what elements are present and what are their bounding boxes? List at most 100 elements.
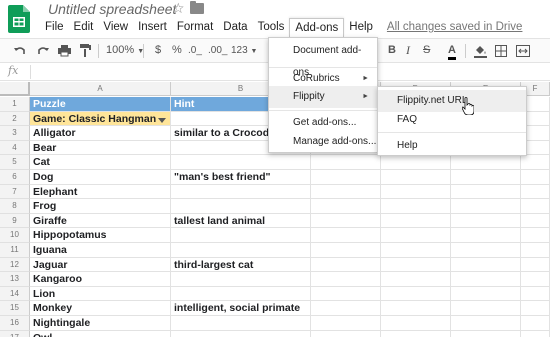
row-number[interactable]: 15: [0, 301, 30, 316]
empty-cell[interactable]: [451, 155, 521, 170]
row-number[interactable]: 11: [0, 243, 30, 258]
cell-b[interactable]: intelligent, social primate: [171, 301, 311, 316]
empty-cell[interactable]: [521, 170, 550, 185]
cell-a[interactable]: Elephant: [30, 184, 171, 200]
empty-cell[interactable]: [311, 316, 381, 331]
empty-cell[interactable]: [521, 155, 550, 170]
cell-a[interactable]: Jaguar: [30, 257, 171, 273]
empty-cell[interactable]: [381, 228, 451, 243]
empty-cell[interactable]: [381, 301, 451, 316]
empty-cell[interactable]: [311, 257, 381, 273]
percent-button[interactable]: %: [172, 39, 182, 63]
text-color-button[interactable]: A: [448, 41, 456, 60]
empty-cell[interactable]: [381, 155, 451, 170]
cell-b[interactable]: [171, 228, 311, 243]
decrease-decimal-button[interactable]: .0_: [188, 39, 202, 63]
row-number[interactable]: 12: [0, 257, 30, 273]
cell-a[interactable]: Puzzle: [30, 97, 171, 112]
empty-cell[interactable]: [451, 330, 521, 337]
cell-b[interactable]: [171, 155, 311, 170]
row-number[interactable]: 9: [0, 213, 30, 229]
row-number[interactable]: 7: [0, 184, 30, 200]
empty-cell[interactable]: [451, 316, 521, 331]
paint-format-icon[interactable]: [80, 44, 91, 57]
empty-cell[interactable]: [381, 184, 451, 200]
redo-icon[interactable]: [37, 45, 49, 57]
cell-b[interactable]: [171, 184, 311, 200]
row-number[interactable]: 16: [0, 316, 30, 331]
menu-help[interactable]: Help: [344, 18, 378, 37]
menu-file[interactable]: File: [40, 18, 69, 37]
menu-edit[interactable]: Edit: [69, 18, 99, 37]
document-title[interactable]: Untitled spreadsheet: [48, 1, 176, 17]
cell-a[interactable]: Hippopotamus: [30, 228, 171, 243]
cell-a[interactable]: Kangaroo: [30, 272, 171, 287]
empty-cell[interactable]: [521, 199, 550, 214]
empty-cell[interactable]: [521, 213, 550, 229]
menu-addons[interactable]: Add-ons: [289, 18, 345, 37]
borders-icon[interactable]: [495, 45, 507, 57]
empty-cell[interactable]: [381, 257, 451, 273]
empty-cell[interactable]: [381, 243, 451, 258]
cell-b[interactable]: third-largest cat: [171, 257, 311, 273]
empty-cell[interactable]: [451, 184, 521, 200]
empty-cell[interactable]: [311, 199, 381, 214]
empty-cell[interactable]: [451, 170, 521, 185]
cell-b[interactable]: [171, 286, 311, 302]
row-number[interactable]: 13: [0, 272, 30, 287]
menu-insert[interactable]: Insert: [133, 18, 172, 37]
empty-cell[interactable]: [311, 243, 381, 258]
empty-cell[interactable]: [451, 199, 521, 214]
zoom-select[interactable]: 100% ▼: [106, 39, 144, 63]
row-number[interactable]: 4: [0, 140, 30, 156]
empty-cell[interactable]: [521, 272, 550, 287]
empty-cell[interactable]: [521, 301, 550, 316]
star-icon[interactable]: ☆: [172, 0, 185, 17]
menu-item-faq[interactable]: FAQ: [378, 109, 526, 131]
currency-button[interactable]: $: [155, 39, 161, 63]
sheets-logo-icon[interactable]: [8, 5, 30, 33]
cell-b[interactable]: [171, 316, 311, 331]
cell-b[interactable]: "man's best friend": [171, 170, 311, 185]
row-number[interactable]: 14: [0, 286, 30, 302]
select-all-corner[interactable]: [0, 82, 30, 96]
empty-cell[interactable]: [311, 272, 381, 287]
cell-a[interactable]: Game: Classic Hangman: [30, 111, 171, 127]
fill-color-icon[interactable]: [474, 44, 487, 58]
empty-cell[interactable]: [521, 228, 550, 243]
row-number[interactable]: 3: [0, 126, 30, 141]
cell-b[interactable]: [171, 243, 311, 258]
save-status-link[interactable]: All changes saved in Drive: [384, 18, 526, 37]
undo-icon[interactable]: [14, 45, 26, 57]
folder-icon[interactable]: [190, 1, 204, 14]
empty-cell[interactable]: [451, 243, 521, 258]
empty-cell[interactable]: [381, 199, 451, 214]
print-icon[interactable]: [58, 44, 71, 57]
row-number[interactable]: 17: [0, 330, 30, 337]
cell-a[interactable]: Lion: [30, 286, 171, 302]
menu-data[interactable]: Data: [218, 18, 252, 37]
cell-a[interactable]: Nightingale: [30, 316, 171, 331]
cell-b[interactable]: [171, 199, 311, 214]
increase-decimal-button[interactable]: .00_: [208, 39, 227, 63]
empty-cell[interactable]: [451, 213, 521, 229]
empty-cell[interactable]: [311, 170, 381, 185]
column-header-a[interactable]: A: [30, 82, 171, 96]
cell-a[interactable]: Cat: [30, 155, 171, 170]
more-formats-button[interactable]: 123 ▼: [231, 39, 257, 63]
row-number[interactable]: 8: [0, 199, 30, 214]
row-number[interactable]: 1: [0, 97, 30, 112]
menu-item-help[interactable]: Help: [378, 135, 526, 157]
empty-cell[interactable]: [381, 286, 451, 302]
menu-item-manage-addons[interactable]: Manage add-ons...: [269, 131, 377, 153]
bold-button[interactable]: B: [388, 39, 396, 63]
empty-cell[interactable]: [381, 330, 451, 337]
cell-a[interactable]: Giraffe: [30, 213, 171, 229]
row-number[interactable]: 10: [0, 228, 30, 243]
cell-a[interactable]: Owl: [30, 330, 171, 337]
empty-cell[interactable]: [311, 184, 381, 200]
empty-cell[interactable]: [521, 286, 550, 302]
empty-cell[interactable]: [521, 257, 550, 273]
empty-cell[interactable]: [381, 272, 451, 287]
empty-cell[interactable]: [521, 330, 550, 337]
